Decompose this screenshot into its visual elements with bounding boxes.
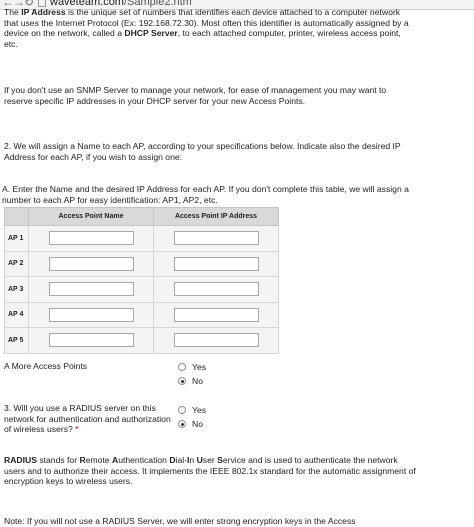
- more-aps-no-label: No: [192, 376, 203, 386]
- radius-text: ser: [202, 455, 218, 465]
- row-label: AP 3: [4, 276, 29, 303]
- access-point-table: Access Point Name Access Point IP Addres…: [4, 207, 279, 354]
- ip-cell: [153, 301, 279, 328]
- ip-address-description: The IP Address is the unique set of numb…: [4, 7, 416, 49]
- name-cell: [28, 327, 154, 354]
- radius-text: uthentication: [118, 455, 170, 465]
- note-text: Note: If you will not use a RADIUS Serve…: [4, 516, 356, 526]
- radius-text: n: [189, 455, 197, 465]
- ap1-ip-input[interactable]: [173, 231, 259, 246]
- ip-cell: [153, 225, 279, 252]
- ap4-ip-input[interactable]: [173, 307, 259, 322]
- radius-no-radio[interactable]: [178, 420, 186, 428]
- radius-yes-label: Yes: [192, 405, 207, 415]
- table-row: AP 4: [4, 301, 279, 328]
- radius-no-option[interactable]: No: [178, 419, 203, 429]
- ap5-name-input[interactable]: [48, 333, 134, 348]
- more-aps-no-radio[interactable]: [178, 377, 186, 385]
- intro-bold-ip-address: IP Address: [21, 7, 66, 17]
- more-aps-yes-radio[interactable]: [178, 363, 186, 371]
- radius-question: 3. Will you use a RADIUS server on this …: [4, 403, 174, 435]
- ap3-ip-input[interactable]: [173, 282, 259, 297]
- step2-instructions: 2. We will assign a Name to each AP, acc…: [4, 141, 401, 162]
- row-label: AP 1: [4, 225, 29, 252]
- name-cell: [28, 225, 154, 252]
- ap3-name-input[interactable]: [48, 282, 134, 297]
- radius-bold: RADIUS: [4, 455, 37, 465]
- name-cell: [28, 276, 154, 303]
- column-header-name: Access Point Name: [28, 207, 154, 226]
- intro-bold-dhcp-server: DHCP Server: [124, 28, 178, 38]
- table-row: AP 3: [4, 276, 279, 303]
- table-row: AP 2: [4, 250, 279, 277]
- ap1-name-input[interactable]: [48, 231, 134, 246]
- more-aps-label: A More Access Points: [4, 361, 88, 371]
- radius-yes-radio[interactable]: [178, 406, 186, 414]
- more-aps-yes-label: Yes: [192, 362, 207, 372]
- row-label: AP 2: [4, 250, 29, 277]
- radius-question-text: 3. Will you use a RADIUS server on this …: [4, 403, 171, 434]
- ap2-name-input[interactable]: [48, 256, 134, 271]
- radius-text: stands for: [36, 455, 80, 465]
- table-row: AP 5: [4, 327, 279, 354]
- radius-yes-option[interactable]: Yes: [178, 405, 206, 415]
- radius-text: emote: [85, 455, 112, 465]
- radius-no-label: No: [192, 419, 203, 429]
- name-cell: [28, 301, 154, 328]
- stepA-instructions: A. Enter the Name and the desired IP Add…: [2, 184, 409, 205]
- more-aps-yes-option[interactable]: Yes: [178, 362, 206, 372]
- ap2-ip-input[interactable]: [173, 256, 259, 271]
- corner-header: [4, 207, 29, 226]
- intro-text: The: [4, 7, 22, 17]
- table-row: AP 1: [4, 225, 279, 252]
- ip-cell: [153, 250, 279, 277]
- snmp-paragraph: If you don't use an SNMP Server to manag…: [4, 85, 387, 106]
- ip-cell: [153, 276, 279, 303]
- more-aps-no-option[interactable]: No: [178, 376, 203, 386]
- name-cell: [28, 250, 154, 277]
- radius-text: ial-: [175, 455, 187, 465]
- column-header-ip: Access Point IP Address: [153, 207, 279, 226]
- row-label: AP 4: [4, 301, 29, 328]
- row-label: AP 5: [4, 327, 29, 354]
- radius-info: RADIUS stands for Remote Authentication …: [4, 455, 416, 487]
- ap4-name-input[interactable]: [48, 307, 134, 322]
- ip-cell: [153, 327, 279, 354]
- table-header-row: Access Point Name Access Point IP Addres…: [4, 207, 279, 226]
- required-mark: *: [75, 424, 79, 434]
- ap5-ip-input[interactable]: [173, 333, 259, 348]
